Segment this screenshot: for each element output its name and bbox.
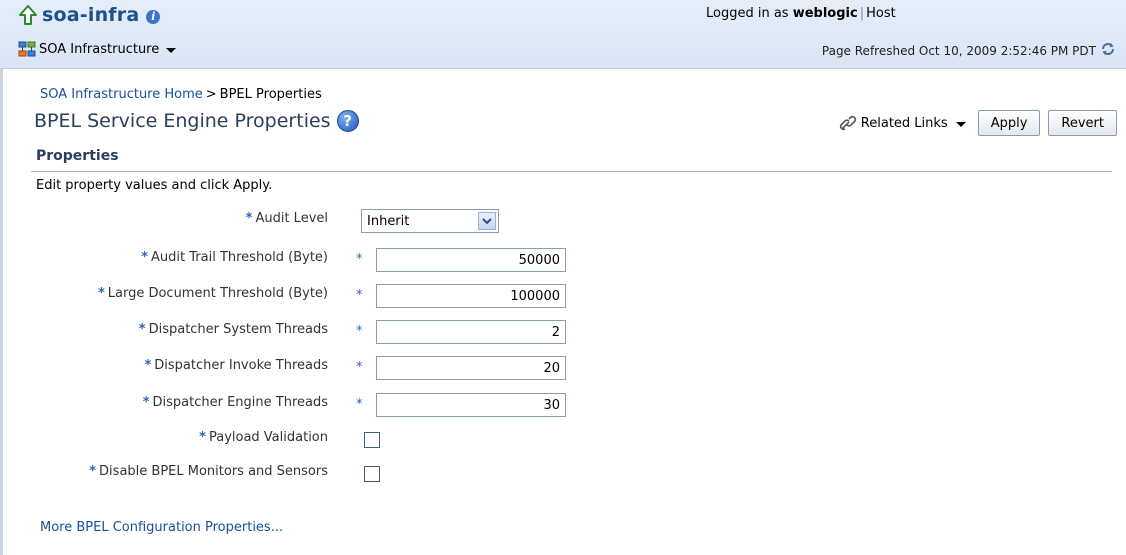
- info-icon[interactable]: i: [146, 9, 161, 24]
- audit-level-select[interactable]: Inherit: [361, 209, 499, 233]
- field-label: * Dispatcher Engine Threads: [142, 395, 328, 410]
- dispatcher-invoke-threads-row: * Dispatcher Invoke Threads *: [0, 356, 700, 382]
- link-chain-icon: [839, 115, 856, 131]
- audit-level-label: * Audit Level: [245, 211, 328, 226]
- breadcrumb-current: BPEL Properties: [219, 87, 322, 102]
- revert-button[interactable]: Revert: [1048, 110, 1117, 136]
- required-star: *: [356, 324, 363, 339]
- page-header: soa-infra i SOA Infrastructure Logged in…: [0, 0, 1126, 69]
- required-star: *: [356, 288, 363, 303]
- target-name: soa-infra: [42, 4, 140, 26]
- dispatcher-engine-threads-input[interactable]: [376, 393, 566, 417]
- more-bpel-configuration-link[interactable]: More BPEL Configuration Properties...: [40, 520, 283, 535]
- dispatcher-engine-threads-row: * Dispatcher Engine Threads *: [0, 393, 700, 419]
- required-star: *: [356, 360, 363, 375]
- disable-bpel-monitors-checkbox[interactable]: [364, 466, 380, 482]
- disable-bpel-monitors-row: * Disable BPEL Monitors and Sensors: [0, 462, 700, 488]
- field-label: * Audit Trail Threshold (Byte): [141, 250, 328, 265]
- apply-button[interactable]: Apply: [977, 110, 1041, 136]
- audit-level-row: * Audit Level Inherit: [0, 209, 700, 235]
- page-refreshed-text: Page Refreshed Oct 10, 2009 2:52:46 PM P…: [821, 44, 1096, 58]
- user-name: weblogic: [792, 6, 858, 21]
- login-info: Logged in as weblogic | Host: [706, 6, 896, 21]
- section-divider: [31, 171, 1112, 172]
- required-star: *: [356, 397, 363, 412]
- instruction-text: Edit property values and click Apply.: [36, 178, 273, 193]
- audit-trail-threshold-input[interactable]: [376, 248, 566, 272]
- field-label: * Payload Validation: [199, 430, 328, 445]
- soa-infrastructure-menu[interactable]: SOA Infrastructure: [18, 41, 177, 57]
- field-label: * Dispatcher Invoke Threads: [144, 358, 328, 373]
- breadcrumb: SOA Infrastructure Home > BPEL Properties: [40, 87, 322, 102]
- dispatcher-system-threads-input[interactable]: [376, 320, 566, 344]
- large-document-threshold-input[interactable]: [376, 284, 566, 308]
- properties-section-title: Properties: [36, 148, 119, 164]
- audit-trail-threshold-row: * Audit Trail Threshold (Byte) *: [0, 248, 700, 274]
- large-document-threshold-row: * Large Document Threshold (Byte) *: [0, 284, 700, 310]
- chevron-down-icon: [166, 47, 177, 53]
- separator: |: [859, 6, 865, 21]
- page-toolbar: Related Links Apply Revert: [839, 110, 1117, 136]
- page-title: BPEL Service Engine Properties ?: [34, 110, 359, 132]
- required-star: *: [356, 252, 363, 267]
- target-title: soa-infra i: [18, 4, 161, 26]
- soa-infrastructure-icon: [18, 41, 36, 57]
- breadcrumb-home-link[interactable]: SOA Infrastructure Home: [40, 87, 203, 102]
- chevron-down-icon: [955, 121, 966, 127]
- field-label: * Large Document Threshold (Byte): [97, 286, 328, 301]
- related-links-menu[interactable]: Related Links: [839, 114, 966, 132]
- payload-validation-row: * Payload Validation: [0, 428, 700, 454]
- payload-validation-checkbox[interactable]: [364, 432, 380, 448]
- chevron-down-icon: [478, 212, 496, 230]
- menu-label: SOA Infrastructure: [39, 41, 160, 57]
- logged-in-prefix: Logged in as: [706, 6, 789, 21]
- up-arrow-icon[interactable]: [18, 4, 38, 26]
- audit-level-value: Inherit: [367, 213, 410, 229]
- related-links-label: Related Links: [860, 115, 948, 131]
- dispatcher-invoke-threads-input[interactable]: [376, 356, 566, 380]
- host-label: Host: [866, 6, 896, 21]
- dispatcher-system-threads-row: * Dispatcher System Threads *: [0, 320, 700, 346]
- page-title-text: BPEL Service Engine Properties: [34, 110, 331, 132]
- field-label: * Disable BPEL Monitors and Sensors: [89, 464, 328, 479]
- refresh-icon[interactable]: [1099, 40, 1117, 58]
- breadcrumb-separator: >: [205, 87, 217, 102]
- field-label: * Dispatcher System Threads: [138, 322, 328, 337]
- help-icon[interactable]: ?: [336, 110, 359, 132]
